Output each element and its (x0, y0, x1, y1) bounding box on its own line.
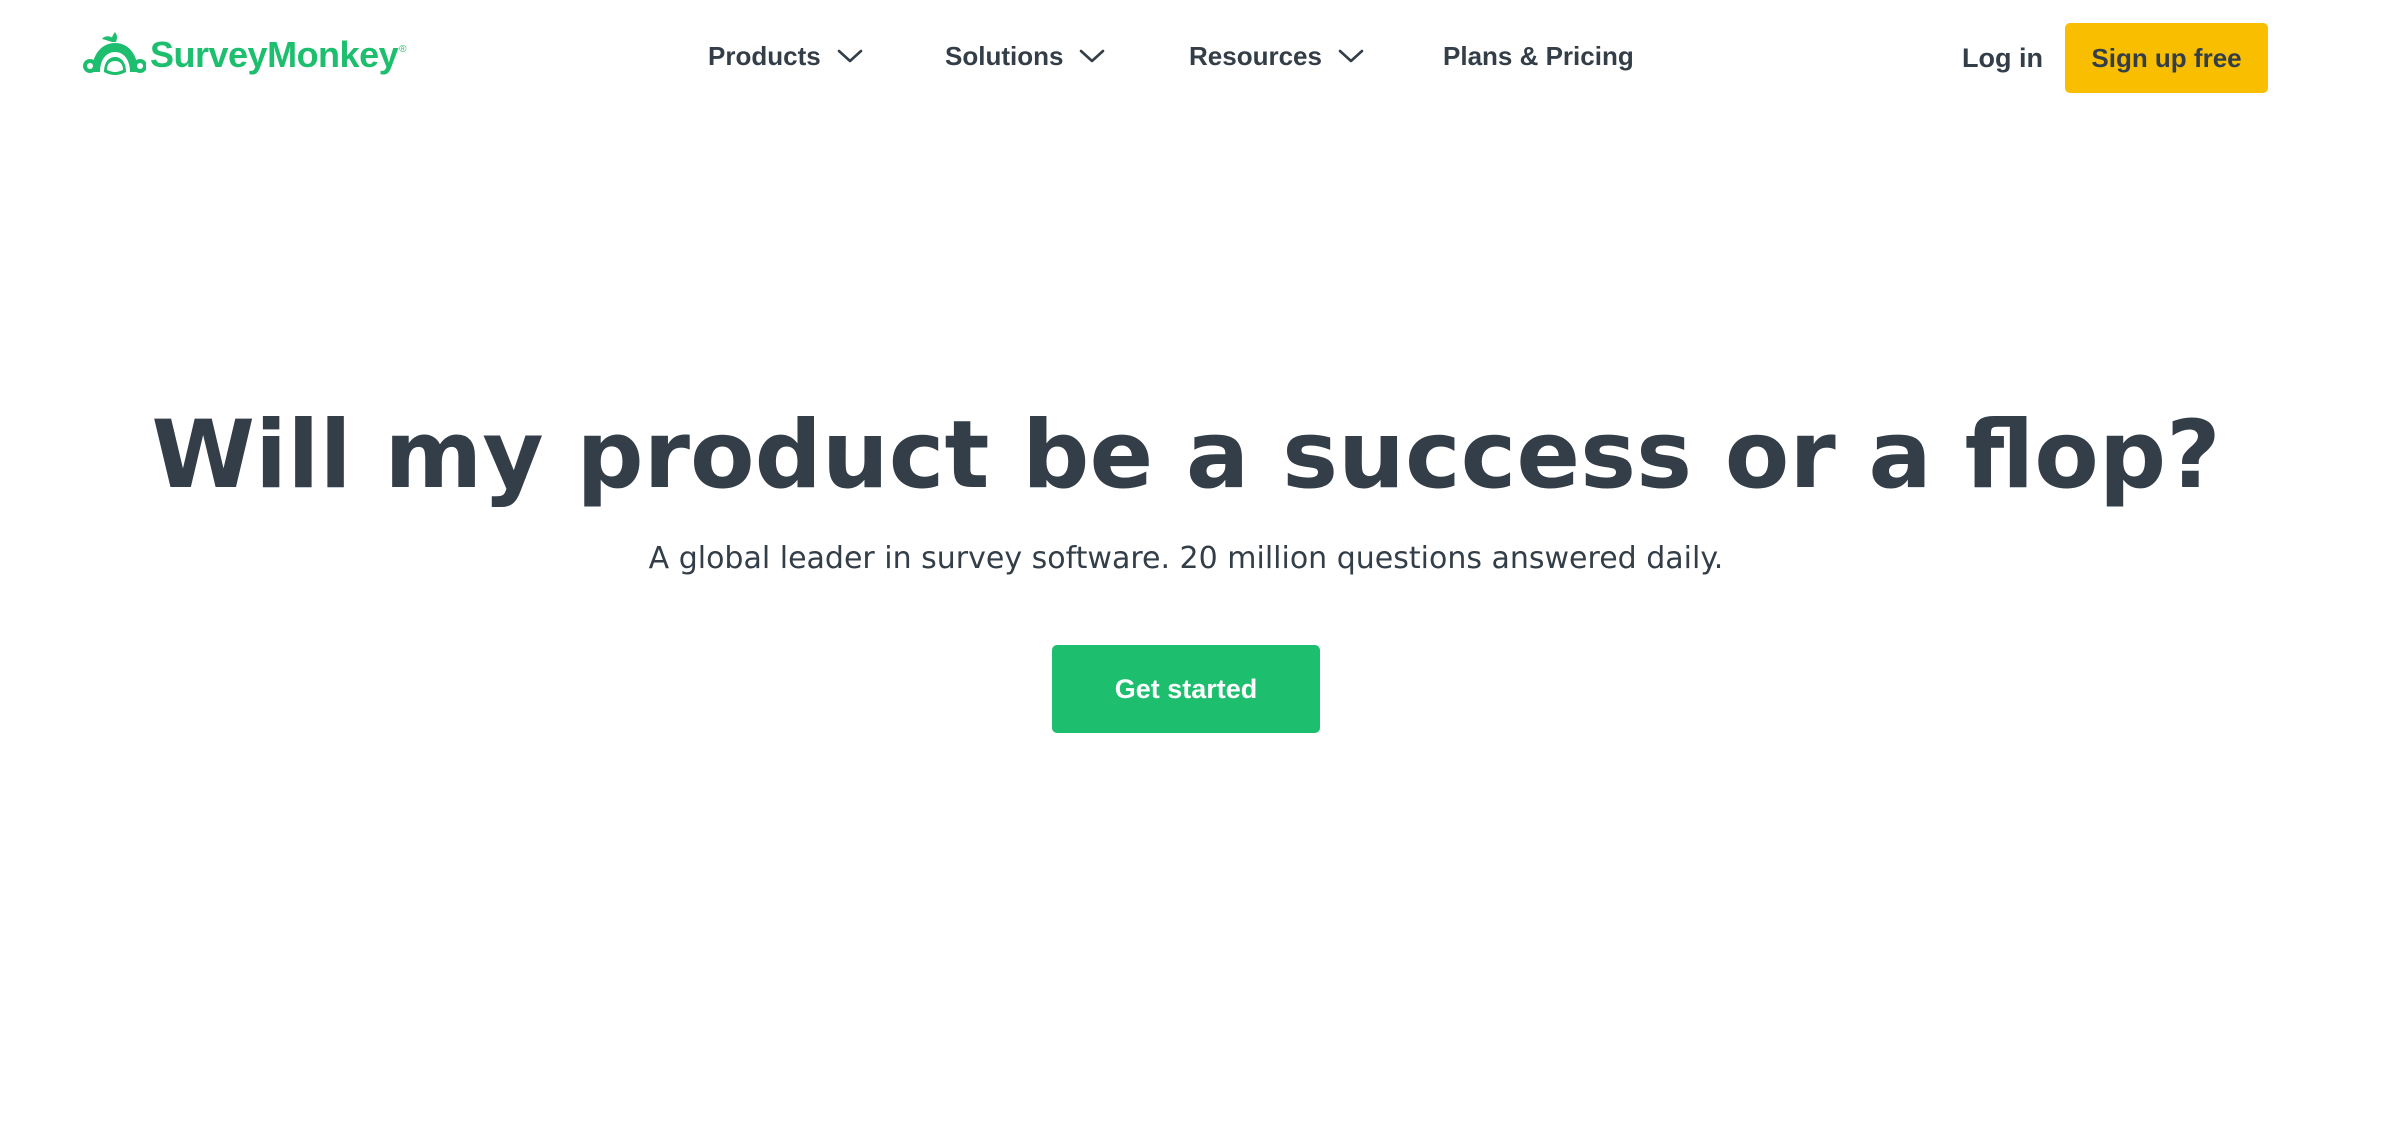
sign-up-free-button[interactable]: Sign up free (2065, 23, 2268, 93)
login-link[interactable]: Log in (1962, 38, 2043, 78)
hero-subtitle: A global leader in survey software. 20 m… (648, 541, 1724, 576)
hero-title: Will my product be a success or a flop? (151, 401, 2221, 510)
site-header: SurveyMonkey ® Products Solutions Resour… (0, 0, 2400, 114)
nav-item-label: Resources (1189, 40, 1322, 71)
nav-item-label: Plans & Pricing (1443, 40, 1634, 71)
nav-item-resources[interactable]: Resources (1189, 36, 1364, 76)
get-started-button[interactable]: Get started (1052, 645, 1320, 733)
nav-item-solutions[interactable]: Solutions (945, 36, 1105, 76)
nav-item-plans-pricing[interactable]: Plans & Pricing (1443, 36, 1634, 76)
monkey-head-logo-icon (83, 32, 146, 75)
surveymonkey-logo-link[interactable]: SurveyMonkey ® (82, 30, 406, 80)
chevron-down-icon (837, 49, 862, 63)
chevron-down-icon (1080, 49, 1105, 63)
chevron-down-icon (1338, 49, 1364, 63)
registered-mark: ® (399, 44, 407, 55)
page: SurveyMonkey ® Products Solutions Resour… (0, 0, 2400, 1135)
nav-item-label: Solutions (945, 40, 1064, 71)
nav-item-label: Products (708, 40, 821, 71)
nav-item-products[interactable]: Products (708, 36, 863, 76)
logo-wordmark: SurveyMonkey (150, 34, 399, 75)
